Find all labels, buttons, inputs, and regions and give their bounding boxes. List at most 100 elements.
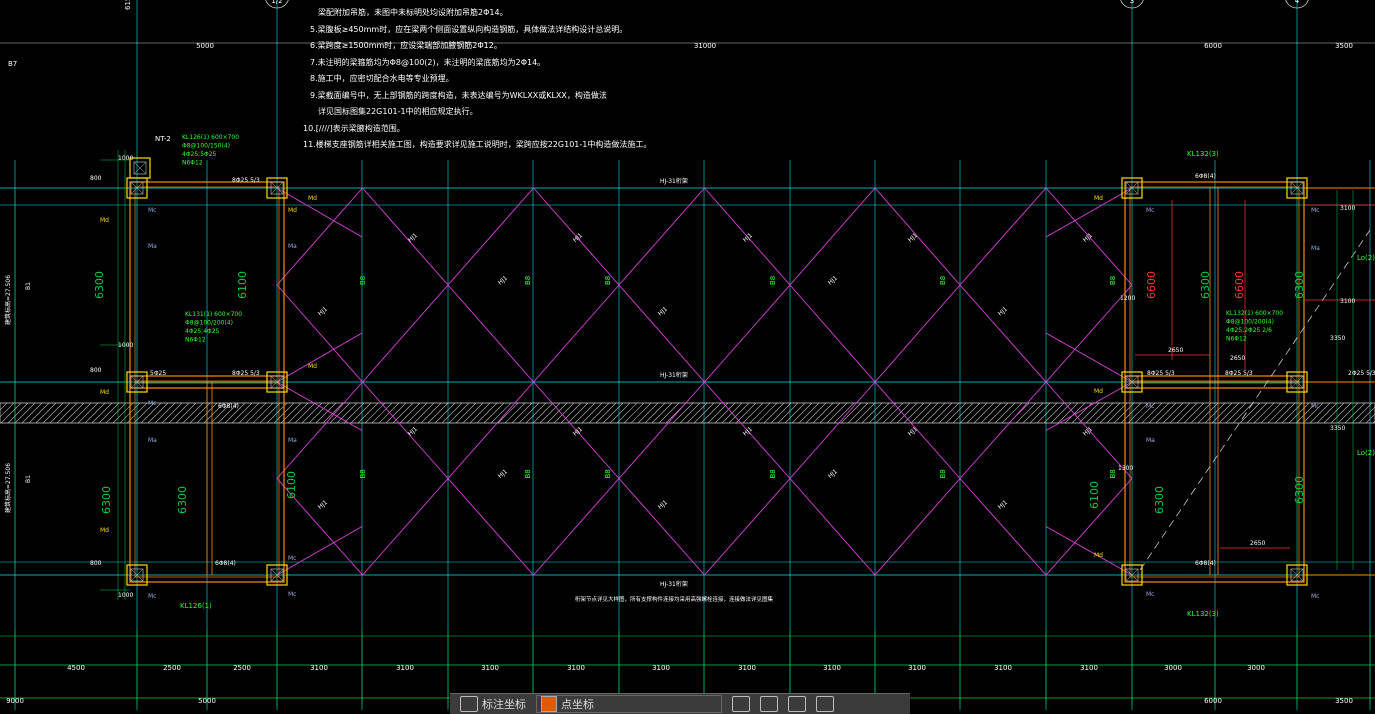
left-tag: B7 — [8, 60, 17, 68]
small-dim-label: 2650 — [1250, 540, 1265, 547]
rebar-tag: 8Φ25 5/3 — [232, 177, 260, 184]
hatch-stroke — [1365, 413, 1375, 424]
layer-dropdown[interactable]: 点坐标 — [536, 695, 722, 713]
beam-spec-line: KL132(1) 600×700 — [1226, 310, 1283, 317]
truss-diagonal — [1045, 526, 1133, 576]
grid-bubble-label: 4 — [1295, 0, 1300, 5]
drawing-canvas[interactable]: HJ1 HJ1 HJ1 HJ1 HJ1 HJ1 HJ1 HJ1 HJ1 HJ1 B8 B8 B8 B8 B8… — [0, 0, 1375, 710]
small-dim-label: 3350 — [1330, 335, 1345, 342]
bottom-dim-label: 2500 — [163, 664, 181, 672]
note-line: 6.梁跨度≥1500mm时，应设梁端部加腋钢筋2Φ12。 — [310, 41, 502, 50]
bottom-dim-label: 2500 — [233, 664, 251, 672]
left-bottom-tag: KL126(1) — [180, 602, 212, 610]
vertical-dim-label: 6600 — [1145, 271, 1158, 299]
truss-diagonal — [362, 381, 449, 479]
hatch-band-outline — [0, 402, 1375, 424]
note-line: 11.楼梯支座钢筋详相关施工图，构造要求详见施工说明时，梁跨应按22G101-1… — [303, 140, 652, 149]
right-tag: Lo(2) — [1357, 254, 1375, 262]
beam-spec-line: 4Φ25;5Φ25 — [182, 151, 217, 158]
bottom-toolbar: 标注坐标 点坐标 — [450, 693, 910, 714]
vertical-dim-label: 6300 — [1293, 271, 1306, 299]
beam-code-label: B8 — [359, 276, 367, 285]
small-dim-label: 1300 — [1118, 465, 1133, 472]
truss-diagonal — [447, 381, 534, 479]
beam-spec-line: Φ8@100/200(4) — [185, 320, 233, 327]
beam-spec-line: N6Φ12 — [185, 337, 206, 344]
bottom-dim-label: 3100 — [396, 664, 414, 672]
truss-diagonal — [704, 284, 791, 383]
brace-label: HJ1 — [827, 468, 839, 480]
node-mark: Mc — [148, 593, 156, 600]
truss-diagonal — [959, 381, 1047, 479]
beam-spec-line: KL131(1) 600×700 — [185, 311, 242, 318]
truss-diagonal — [704, 478, 791, 576]
small-dim-label: 3350 — [1330, 425, 1345, 432]
small-dim-label: 1200 — [1120, 295, 1135, 302]
brace-label: HJ1 — [997, 306, 1009, 318]
hatch-stroke — [0, 402, 15, 418]
bottom-dim-label: 5000 — [198, 697, 216, 705]
elevation-label: 建筑标高=27.506 — [4, 463, 12, 513]
beam-spec-line: 4Φ25;4Φ25 — [185, 328, 220, 335]
truss-diagonal — [276, 284, 363, 383]
truss-diagonal — [1045, 187, 1133, 238]
vertical-dim-label: 6300 — [100, 486, 113, 514]
dashed-guide — [1139, 229, 1371, 571]
truss-diagonal — [789, 478, 876, 576]
node-mark: Ma — [288, 243, 297, 250]
rebar-tag: 5Φ25 — [150, 370, 166, 377]
truss-diagonal — [789, 381, 876, 479]
truss-diagonal — [959, 478, 1047, 576]
node-mark: Md — [308, 195, 317, 202]
node-mark: Ma — [288, 437, 297, 444]
beam-code-label: B8 — [1109, 469, 1117, 478]
bottom-dim-label: 3100 — [1080, 664, 1098, 672]
beam-code-label: B8 — [524, 469, 532, 478]
truss-diagonal — [618, 284, 705, 383]
bottom-dim-label: 3100 — [738, 664, 756, 672]
bottom-dim-label: 3500 — [1335, 697, 1353, 705]
rebar-tag: 6Φ8(4) — [1195, 173, 1216, 180]
nt-label: NT-2 — [155, 135, 171, 143]
vertical-dim-label: 6300 — [1153, 486, 1166, 514]
grid-bubble-label: 1/2 — [271, 0, 282, 5]
beam-spec-line: 4Φ25;2Φ25 2/6 — [1226, 327, 1272, 334]
bottom-dim-label: 3100 — [310, 664, 328, 672]
vertical-dim-label: 6100 — [236, 271, 249, 299]
brace-label: HJ1 — [907, 232, 919, 244]
node-mark: Md — [1094, 388, 1103, 395]
small-dim-label: 800 — [90, 560, 102, 567]
node-mark: Mc — [1311, 207, 1319, 214]
truss-diagonal — [533, 478, 620, 576]
bottom-dim-label: 6000 — [1204, 697, 1222, 705]
node-mark: Md — [100, 527, 109, 534]
brace-label: HJ1 — [1082, 232, 1094, 244]
bottom-dim-label: 3000 — [1164, 664, 1182, 672]
small-dim-label: 2650 — [1168, 347, 1183, 354]
truss-diagonal — [959, 187, 1047, 286]
note-line: 9.梁截面编号中，无上部钢筋的跨度构造，未表达编号为WKLXX或KLXX，构造做… — [310, 91, 607, 100]
note-line: 7.未注明的梁箍筋均为Φ8@100(2)，未注明的梁底筋均为2Φ14。 — [310, 58, 546, 67]
node-mark: Mc — [1311, 593, 1319, 600]
beam-code-label: B8 — [359, 469, 367, 478]
truss-diagonal — [959, 284, 1047, 383]
beam-spec-line: Φ8@100/150(4) — [182, 143, 230, 150]
truss-diagonal — [276, 332, 363, 383]
brace-label: HJ1 — [497, 468, 509, 480]
truss-label: HJ-31桁架 — [660, 580, 688, 588]
note-line: 详见国标图集22G101-1中的相应规定执行。 — [318, 107, 478, 116]
node-mark: Mc — [148, 400, 156, 407]
node-mark: Mc — [1146, 403, 1154, 410]
small-dim-label: 3100 — [1340, 205, 1355, 212]
rebar-tag: 2Φ25 5/3 — [1348, 370, 1375, 377]
bottom-dim-label: 9000 — [6, 697, 24, 705]
truss-diagonal — [447, 478, 534, 576]
beam-code-label: B8 — [939, 276, 947, 285]
node-mark: Mc — [148, 207, 156, 214]
beam-code-label: B8 — [939, 469, 947, 478]
small-dim-label: 2650 — [1230, 355, 1245, 362]
truss-diagonals — [276, 187, 1133, 576]
small-dim-label: 3100 — [1340, 298, 1355, 305]
top-left-dim: 615 — [124, 0, 132, 10]
top-dim-label: 31000 — [694, 42, 716, 50]
